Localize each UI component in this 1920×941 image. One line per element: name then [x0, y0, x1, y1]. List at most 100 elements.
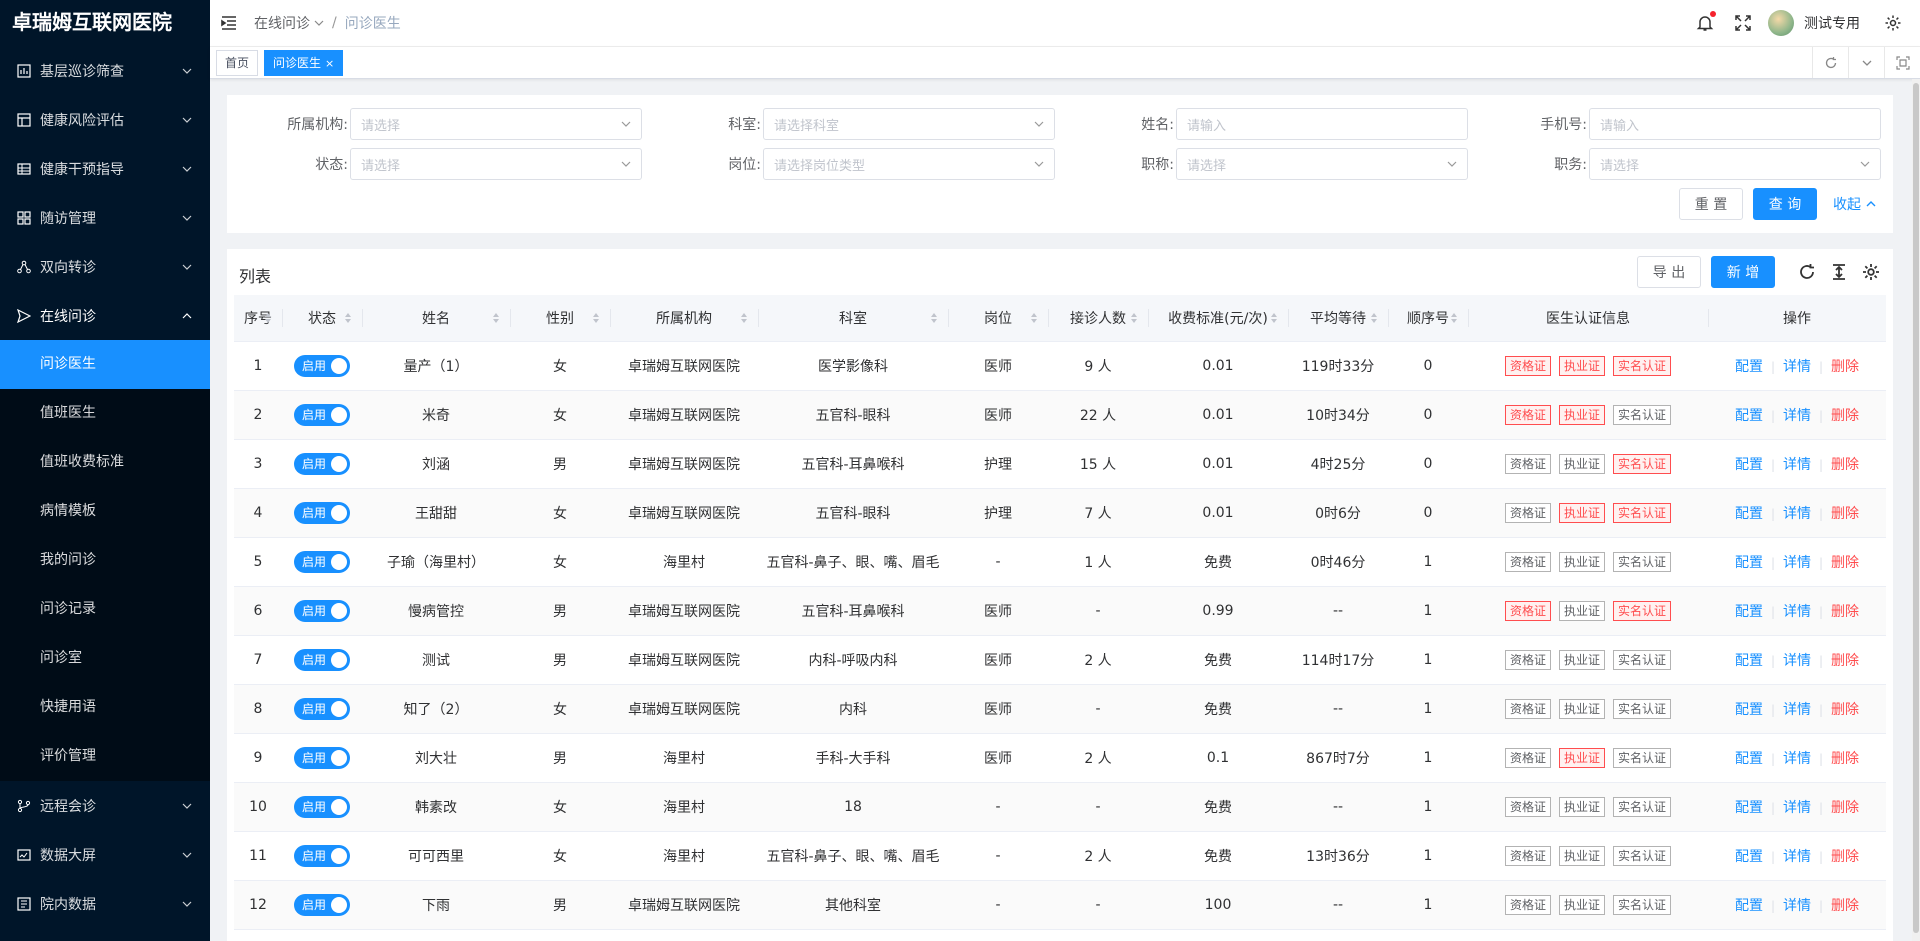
config-link[interactable]: 配置: [1727, 653, 1771, 669]
column-header-2[interactable]: 姓名: [362, 295, 510, 342]
detail-link[interactable]: 详情: [1775, 849, 1819, 865]
search-button[interactable]: 查 询: [1753, 188, 1817, 220]
detail-link[interactable]: 详情: [1775, 751, 1819, 767]
phone-input[interactable]: 请输入: [1589, 108, 1881, 140]
sidebar-subitem-1[interactable]: 值班医生: [0, 389, 210, 438]
cert-badge-practice[interactable]: 执业证: [1558, 698, 1605, 719]
delete-link[interactable]: 删除: [1823, 408, 1867, 424]
cert-badge-practice[interactable]: 执业证: [1558, 502, 1605, 523]
detail-link[interactable]: 详情: [1775, 359, 1819, 375]
status-toggle[interactable]: 启用: [294, 354, 350, 377]
cert-badge-practice[interactable]: 执业证: [1558, 747, 1605, 768]
cert-badge-practice[interactable]: 执业证: [1558, 649, 1605, 670]
page-scrollbar[interactable]: [1912, 79, 1920, 941]
cert-badge-qualification[interactable]: 资格证: [1504, 355, 1551, 376]
delete-link[interactable]: 删除: [1823, 800, 1867, 816]
config-link[interactable]: 配置: [1727, 702, 1771, 718]
sidebar-item-5[interactable]: 在线问诊: [0, 291, 210, 340]
cert-badge-practice[interactable]: 执业证: [1558, 796, 1605, 817]
fullscreen-icon[interactable]: [1734, 14, 1752, 32]
cert-badge-realname[interactable]: 实名认证: [1613, 355, 1672, 376]
status-toggle[interactable]: 启用: [294, 746, 350, 769]
title-select[interactable]: 请选择: [1176, 148, 1468, 180]
delete-link[interactable]: 删除: [1823, 653, 1867, 669]
detail-link[interactable]: 详情: [1775, 408, 1819, 424]
column-header-6[interactable]: 岗位: [948, 295, 1048, 342]
cert-badge-practice[interactable]: 执业证: [1558, 404, 1605, 425]
cert-badge-realname[interactable]: 实名认证: [1613, 551, 1672, 572]
refresh-icon[interactable]: [1797, 262, 1817, 282]
detail-link[interactable]: 详情: [1775, 457, 1819, 473]
sort-icon[interactable]: [492, 312, 500, 324]
cert-badge-practice[interactable]: 执业证: [1558, 845, 1605, 866]
scrollbar-thumb[interactable]: [1913, 83, 1919, 933]
sidebar-subitem-4[interactable]: 我的问诊: [0, 536, 210, 585]
cert-badge-qualification[interactable]: 资格证: [1504, 404, 1551, 425]
sort-icon[interactable]: [264, 312, 272, 324]
tab-close-icon[interactable]: ×: [325, 57, 334, 70]
reset-button[interactable]: 重 置: [1679, 188, 1743, 220]
cert-badge-qualification[interactable]: 资格证: [1504, 845, 1551, 866]
config-link[interactable]: 配置: [1727, 751, 1771, 767]
cert-badge-qualification[interactable]: 资格证: [1504, 747, 1551, 768]
delete-link[interactable]: 删除: [1823, 555, 1867, 571]
detail-link[interactable]: 详情: [1775, 604, 1819, 620]
collapse-link[interactable]: 收起: [1833, 194, 1877, 214]
sort-icon[interactable]: [1370, 312, 1378, 324]
sidebar-subitem-2[interactable]: 值班收费标准: [0, 438, 210, 487]
cert-badge-realname[interactable]: 实名认证: [1613, 600, 1672, 621]
sidebar-subitem-8[interactable]: 评价管理: [0, 732, 210, 781]
sidebar-item-6[interactable]: 远程会诊: [0, 781, 210, 830]
cert-badge-practice[interactable]: 执业证: [1558, 894, 1605, 915]
refresh-tab-button[interactable]: [1812, 47, 1848, 78]
column-header-7[interactable]: 接诊人数: [1048, 295, 1148, 342]
tab-consult-doctors[interactable]: 问诊医生 ×: [264, 49, 344, 76]
config-link[interactable]: 配置: [1727, 800, 1771, 816]
status-toggle[interactable]: 启用: [294, 599, 350, 622]
detail-link[interactable]: 详情: [1775, 555, 1819, 571]
cert-badge-practice[interactable]: 执业证: [1558, 600, 1605, 621]
cert-badge-realname[interactable]: 实名认证: [1613, 404, 1672, 425]
cert-badge-realname[interactable]: 实名认证: [1613, 894, 1672, 915]
tab-home[interactable]: 首页: [216, 49, 259, 76]
sort-icon[interactable]: [1030, 312, 1038, 324]
delete-link[interactable]: 删除: [1823, 506, 1867, 522]
status-toggle[interactable]: 启用: [294, 648, 350, 671]
cert-badge-realname[interactable]: 实名认证: [1613, 747, 1672, 768]
detail-link[interactable]: 详情: [1775, 800, 1819, 816]
column-header-8[interactable]: 收费标准(元/次): [1148, 295, 1288, 342]
status-toggle[interactable]: 启用: [294, 550, 350, 573]
tab-dropdown-button[interactable]: [1848, 47, 1884, 78]
detail-link[interactable]: 详情: [1775, 653, 1819, 669]
cert-badge-realname[interactable]: 实名认证: [1613, 453, 1672, 474]
cert-badge-qualification[interactable]: 资格证: [1504, 698, 1551, 719]
username[interactable]: 测试专用: [1804, 13, 1860, 33]
sort-icon[interactable]: [344, 312, 352, 324]
sort-icon[interactable]: [740, 312, 748, 324]
avatar[interactable]: [1768, 10, 1794, 36]
name-input[interactable]: 请输入: [1176, 108, 1468, 140]
delete-link[interactable]: 删除: [1823, 604, 1867, 620]
bell-icon[interactable]: [1696, 11, 1716, 32]
sort-icon[interactable]: [930, 312, 938, 324]
sidebar-subitem-3[interactable]: 病情模板: [0, 487, 210, 536]
delete-link[interactable]: 删除: [1823, 457, 1867, 473]
cert-badge-qualification[interactable]: 资格证: [1504, 551, 1551, 572]
cert-badge-practice[interactable]: 执业证: [1558, 355, 1605, 376]
detail-link[interactable]: 详情: [1775, 898, 1819, 914]
config-link[interactable]: 配置: [1727, 359, 1771, 375]
sidebar-subitem-6[interactable]: 问诊室: [0, 634, 210, 683]
status-select[interactable]: 请选择: [350, 148, 642, 180]
status-toggle[interactable]: 启用: [294, 452, 350, 475]
duty-select[interactable]: 请选择: [1589, 148, 1881, 180]
menu-fold-icon[interactable]: [220, 14, 238, 32]
config-link[interactable]: 配置: [1727, 849, 1771, 865]
column-height-icon[interactable]: [1829, 262, 1849, 282]
column-header-0[interactable]: 序号: [234, 295, 282, 342]
column-header-3[interactable]: 性别: [510, 295, 610, 342]
sidebar-item-1[interactable]: 健康风险评估: [0, 95, 210, 144]
settings-icon[interactable]: [1861, 262, 1881, 282]
cert-badge-practice[interactable]: 执业证: [1558, 551, 1605, 572]
sort-icon[interactable]: [1450, 312, 1458, 324]
sort-icon[interactable]: [1130, 312, 1138, 324]
